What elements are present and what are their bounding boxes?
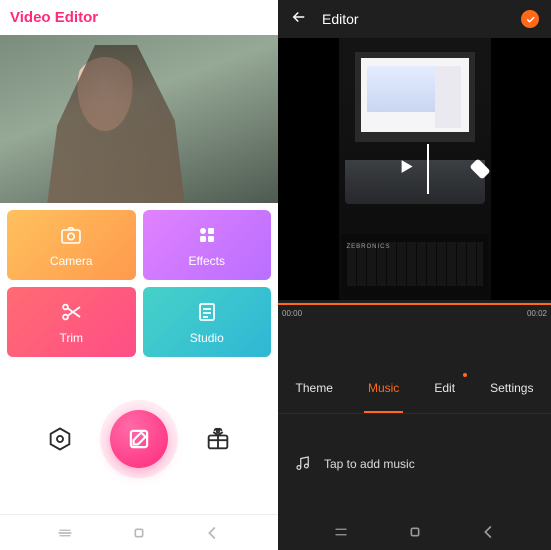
- video-editor-home: Video Editor Camera Effects Trim: [0, 0, 278, 550]
- timeline[interactable]: 00:00 00:02: [278, 300, 551, 322]
- android-nav-left: [0, 514, 278, 550]
- add-music-row[interactable]: Tap to add music: [278, 414, 551, 514]
- settings-icon[interactable]: [46, 425, 74, 453]
- tab-theme[interactable]: Theme: [292, 375, 337, 401]
- hero-image: [0, 35, 278, 203]
- add-music-label: Tap to add music: [324, 457, 415, 471]
- tab-edit[interactable]: Edit: [430, 375, 459, 401]
- nav-recent-icon[interactable]: [54, 522, 76, 544]
- editor-header: Editor: [278, 0, 551, 38]
- editor-tabs: Theme Music Edit Settings: [278, 362, 551, 414]
- tile-label: Camera: [50, 254, 93, 268]
- nav-back-icon[interactable]: [478, 521, 500, 543]
- create-button[interactable]: [110, 410, 168, 468]
- music-note-icon: [294, 454, 312, 475]
- gift-icon[interactable]: [204, 425, 232, 453]
- play-icon[interactable]: [395, 156, 417, 183]
- nav-back-icon[interactable]: [202, 522, 224, 544]
- effects-icon: [195, 223, 219, 250]
- effects-tile[interactable]: Effects: [143, 210, 272, 280]
- camera-icon: [59, 223, 83, 250]
- android-nav-right: [278, 514, 551, 550]
- editor-screen: Editor ZEBRONICS 00:00 00:02 Them: [278, 0, 551, 550]
- playhead-indicator: [427, 144, 429, 194]
- bottom-actions: [0, 364, 278, 514]
- header-title: Editor: [322, 11, 507, 27]
- app-title: Video Editor: [0, 0, 278, 35]
- tile-label: Trim: [59, 331, 83, 345]
- trim-tile[interactable]: Trim: [7, 287, 136, 357]
- nav-home-icon[interactable]: [404, 521, 426, 543]
- camera-tile[interactable]: Camera: [7, 210, 136, 280]
- nav-home-icon[interactable]: [128, 522, 150, 544]
- scissors-icon: [59, 300, 83, 327]
- preview-brand: ZEBRONICS: [347, 244, 391, 250]
- time-start: 00:00: [282, 309, 302, 318]
- studio-icon: [195, 300, 219, 327]
- tab-music[interactable]: Music: [364, 375, 403, 401]
- video-preview: ZEBRONICS: [278, 38, 551, 300]
- nav-recent-icon[interactable]: [330, 521, 352, 543]
- tab-settings[interactable]: Settings: [486, 375, 537, 401]
- back-icon[interactable]: [290, 8, 308, 31]
- studio-tile[interactable]: Studio: [143, 287, 272, 357]
- tile-label: Studio: [190, 331, 224, 345]
- tile-label: Effects: [189, 254, 225, 268]
- confirm-button[interactable]: [521, 10, 539, 28]
- time-end: 00:02: [527, 309, 547, 318]
- tool-grid: Camera Effects Trim Studio: [0, 203, 278, 364]
